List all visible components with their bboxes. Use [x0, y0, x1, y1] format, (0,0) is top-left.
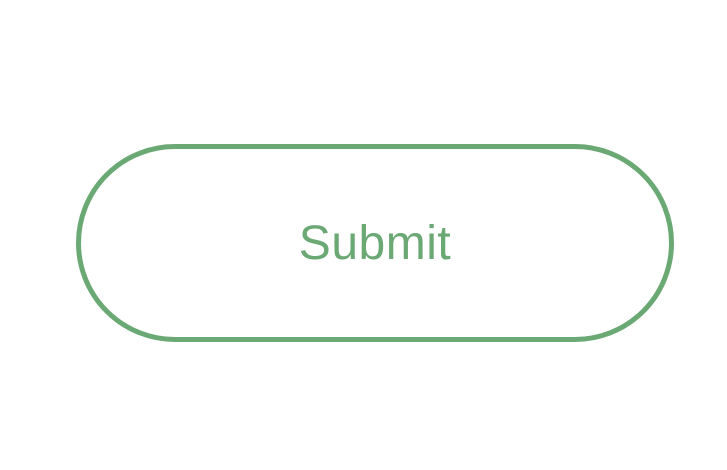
submit-button[interactable]: Submit — [76, 144, 674, 342]
page: Submit — [0, 0, 727, 470]
submit-button-label: Submit — [298, 217, 452, 270]
